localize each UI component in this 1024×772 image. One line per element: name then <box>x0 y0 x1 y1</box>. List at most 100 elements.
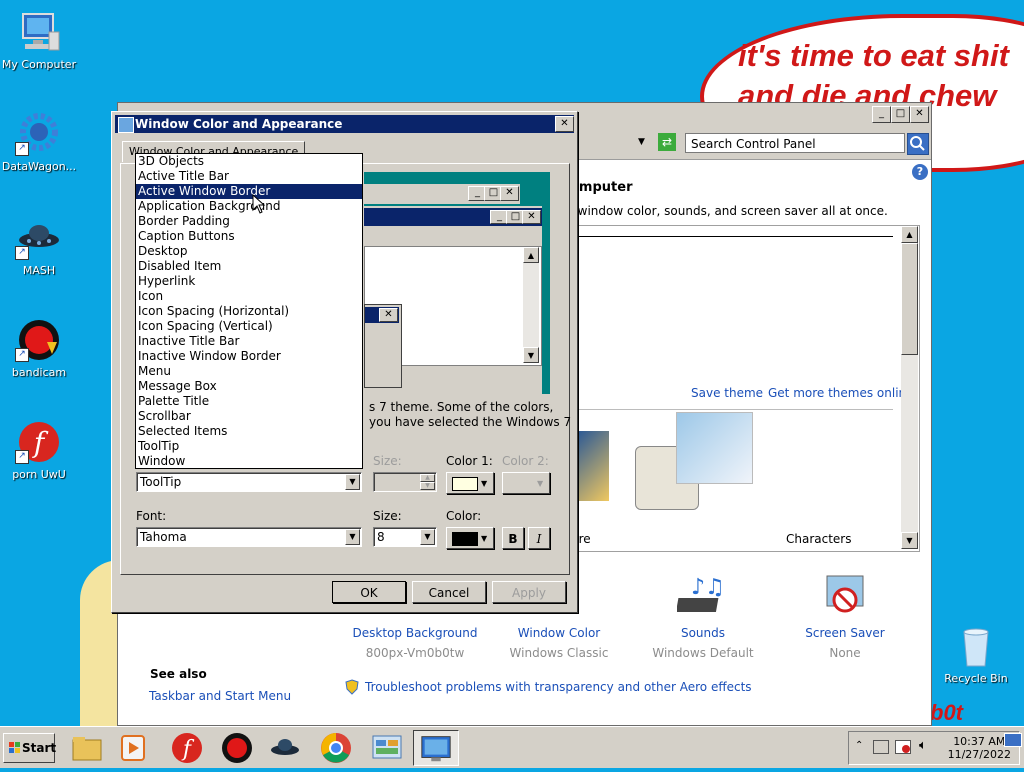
close-button[interactable]: ✕ <box>910 106 929 123</box>
gear-icon: ↗ <box>15 112 63 156</box>
taskbar-control-panel[interactable] <box>364 730 410 766</box>
folder-icon <box>72 737 102 761</box>
dropdown-option[interactable]: Icon Spacing (Horizontal) <box>136 304 362 319</box>
dropdown-option[interactable]: Border Padding <box>136 214 362 229</box>
maximize-button[interactable]: □ <box>891 106 910 123</box>
dropdown-option[interactable]: 3D Objects <box>136 154 362 169</box>
dropdown-option[interactable]: Menu <box>136 364 362 379</box>
desktop-icon-recycle-bin[interactable]: Recycle Bin <box>937 624 1015 685</box>
dropdown-option[interactable]: ToolTip <box>136 439 362 454</box>
bold-button[interactable]: B <box>502 527 524 549</box>
italic-button[interactable]: I <box>528 527 550 549</box>
theme-list-scrollbar[interactable]: ▲ ▼ <box>901 226 918 549</box>
scroll-down-button[interactable]: ▼ <box>901 532 918 549</box>
desktop-icon-mash[interactable]: ↗ MASH <box>0 216 78 277</box>
chevron-down-icon[interactable]: ▼ <box>420 529 435 545</box>
dropdown-option[interactable]: Inactive Title Bar <box>136 334 362 349</box>
chevron-down-icon[interactable]: ▼ <box>345 474 360 490</box>
ufo-icon <box>271 739 299 755</box>
dropdown-option[interactable]: Scrollbar <box>136 409 362 424</box>
desktop-icon-bandicam[interactable]: ↗ bandicam <box>0 318 78 379</box>
stepper-down-icon: ▼ <box>420 482 435 490</box>
start-button[interactable]: Start <box>3 733 56 763</box>
action-center-icon[interactable] <box>895 740 911 754</box>
search-icon <box>910 136 925 151</box>
dropdown-option[interactable]: Window <box>136 454 362 469</box>
dropdown-option[interactable]: Icon Spacing (Vertical) <box>136 319 362 334</box>
search-input[interactable]: Search Control Panel <box>685 133 905 153</box>
dropdown-option[interactable]: Inactive Window Border <box>136 349 362 364</box>
taskbar-media-player[interactable] <box>110 730 156 766</box>
theme-note-line1: s 7 theme. Some of the colors, <box>369 400 554 414</box>
desktop-icon-my-computer[interactable]: My Computer <box>0 10 78 71</box>
item-select[interactable]: ToolTip ▼ <box>136 472 362 492</box>
screen-saver-item[interactable]: Screen Saver None <box>780 572 910 660</box>
clock[interactable]: 10:37 AM 11/27/2022 <box>948 735 1011 761</box>
dropdown-option[interactable]: Hyperlink <box>136 274 362 289</box>
desktop-background-link[interactable]: Desktop Background <box>350 626 480 640</box>
control-panel-icon <box>372 735 402 759</box>
taskbar-explorer[interactable] <box>64 730 110 766</box>
sounds-link[interactable]: Sounds <box>638 626 768 640</box>
get-more-themes-link[interactable]: Get more themes online <box>768 386 914 400</box>
alert-badge-icon <box>902 745 910 753</box>
font-select[interactable]: Tahoma ▼ <box>136 527 362 547</box>
theme-list[interactable]: Save theme Get more themes online ure Ch… <box>568 225 920 552</box>
minimize-button[interactable]: _ <box>872 106 891 123</box>
preview-scrollbar: ▲ ▼ <box>523 247 539 363</box>
shortcut-arrow-icon: ↗ <box>15 348 29 362</box>
dropdown-option[interactable]: Selected Items <box>136 424 362 439</box>
taskbar-personalization[interactable] <box>413 730 459 766</box>
desktop-icon-datawagon[interactable]: ↗ DataWagon... <box>0 112 78 173</box>
color1-button[interactable]: ▼ <box>446 472 494 494</box>
window-color-link[interactable]: Window Color <box>494 626 624 640</box>
dropdown-option[interactable]: Application Background <box>136 199 362 214</box>
dropdown-option[interactable]: Icon <box>136 289 362 304</box>
font-color-button[interactable]: ▼ <box>446 527 494 549</box>
help-icon[interactable]: ? <box>912 164 928 180</box>
theme-thumbnail-characters[interactable] <box>635 412 753 510</box>
refresh-icon[interactable]: ⇄ <box>658 133 676 151</box>
volume-icon[interactable]: 🔈︎ <box>919 738 927 753</box>
dropdown-option[interactable]: Disabled Item <box>136 259 362 274</box>
screen-saver-link[interactable]: Screen Saver <box>780 626 910 640</box>
show-desktop-icon[interactable] <box>1004 733 1022 747</box>
theme-section-divider <box>569 236 893 237</box>
taskbar-start-menu-link[interactable]: Taskbar and Start Menu <box>149 689 291 703</box>
dropdown-option[interactable]: Active Title Bar <box>136 169 362 184</box>
flash-icon: f ↗ <box>15 420 63 464</box>
address-dropdown-icon[interactable]: ▼ <box>638 137 645 147</box>
search-button[interactable] <box>907 133 929 155</box>
sounds-icon: ♪♫ <box>675 572 729 620</box>
item-dropdown-list[interactable]: 3D Objects Active Title Bar Active Window … <box>135 153 363 469</box>
dropdown-option[interactable]: Active Window Border <box>136 184 362 199</box>
show-hidden-icons-chevron-icon[interactable]: ⌃ <box>855 740 863 751</box>
cancel-button[interactable]: Cancel <box>412 581 486 603</box>
dropdown-option[interactable]: Message Box <box>136 379 362 394</box>
appearance-preview: _ □ ✕ _ □ ✕ ▲ ▼ ✕ <box>364 172 550 394</box>
font-size-select[interactable]: 8 ▼ <box>373 527 437 547</box>
dialog-close-button[interactable]: ✕ <box>555 116 574 132</box>
save-theme-link[interactable]: Save theme <box>691 386 763 400</box>
stepper-up-icon: ▲ <box>420 474 435 482</box>
network-icon[interactable] <box>873 740 889 754</box>
ok-button[interactable]: OK <box>332 581 406 603</box>
dropdown-option[interactable]: Caption Buttons <box>136 229 362 244</box>
scroll-up-button[interactable]: ▲ <box>901 226 918 243</box>
item-select-value: ToolTip <box>140 475 182 489</box>
taskbar-mash[interactable] <box>262 730 308 766</box>
wallpaper-text-fragment: b0t <box>930 700 963 725</box>
dropdown-option[interactable]: Palette Title <box>136 394 362 409</box>
troubleshoot-link[interactable]: Troubleshoot problems with transparency … <box>365 680 752 694</box>
dropdown-option[interactable]: Desktop <box>136 244 362 259</box>
dialog-title: Window Color and Appearance <box>135 117 343 131</box>
taskbar-chrome[interactable] <box>313 730 359 766</box>
chevron-down-icon[interactable]: ▼ <box>345 529 360 545</box>
taskbar-bandicam[interactable] <box>214 730 260 766</box>
taskbar-flash[interactable]: f <box>164 730 210 766</box>
desktop-icon-flash[interactable]: f ↗ porn UwU <box>0 420 78 481</box>
scrollbar-thumb[interactable] <box>901 243 918 355</box>
sounds-item[interactable]: ♪♫ Sounds Windows Default <box>638 572 768 660</box>
desktop-icon-label: DataWagon... <box>1 160 77 173</box>
preview-message-title: ✕ <box>365 307 399 323</box>
